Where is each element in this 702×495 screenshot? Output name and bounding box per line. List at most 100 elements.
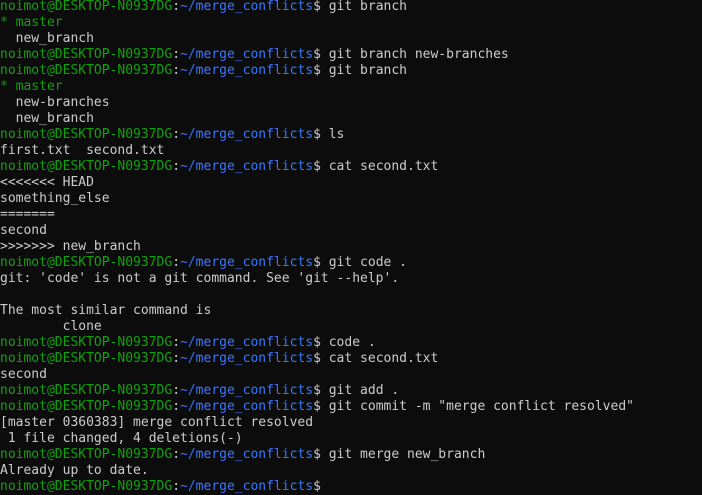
command-text: cat second.txt [320, 159, 439, 174]
prompt-symbol: $ [313, 63, 321, 78]
prompt-symbol: $ [313, 335, 321, 350]
prompt-path: ~/merge_conflicts [180, 0, 314, 14]
prompt-separator: : [172, 383, 181, 398]
prompt-path: ~/merge_conflicts [180, 47, 314, 62]
prompt-user: noimot@DESKTOP-N0937DG [0, 447, 173, 462]
prompt-path: ~/merge_conflicts [180, 335, 314, 350]
current-branch-text: * master [0, 15, 63, 30]
prompt-user: noimot@DESKTOP-N0937DG [0, 0, 173, 14]
prompt-symbol: $ [313, 47, 321, 62]
output-line: new-branches [0, 95, 702, 111]
prompt-line: noimot@DESKTOP-N0937DG:~/merge_conflicts… [0, 335, 702, 351]
output-line: [master 0360383] merge conflict resolved [0, 415, 702, 431]
prompt-path: ~/merge_conflicts [180, 255, 314, 270]
prompt-path: ~/merge_conflicts [180, 127, 314, 142]
terminal-window[interactable]: noimot@DESKTOP-N0937DG:~/merge_conflicts… [0, 0, 702, 494]
output-text: ======= [0, 207, 55, 222]
output-text: [master 0360383] merge conflict resolved [0, 415, 314, 430]
prompt-separator: : [172, 479, 181, 494]
prompt-symbol: $ [313, 351, 321, 366]
prompt-line: noimot@DESKTOP-N0937DG:~/merge_conflicts… [0, 63, 702, 79]
command-text: git branch new-branches [320, 47, 509, 62]
prompt-separator: : [172, 159, 181, 174]
prompt-separator: : [172, 127, 181, 142]
prompt-user: noimot@DESKTOP-N0937DG [0, 479, 173, 494]
prompt-path: ~/merge_conflicts [180, 63, 314, 78]
output-line: new_branch [0, 111, 702, 127]
command-text: git add . [320, 383, 400, 398]
prompt-user: noimot@DESKTOP-N0937DG [0, 159, 173, 174]
output-text: <<<<<<< HEAD [0, 175, 94, 190]
current-branch-line: * master [0, 15, 702, 31]
prompt-symbol: $ [313, 0, 321, 14]
output-line: new_branch [0, 31, 702, 47]
output-text: git: 'code' is not a git command. See 'g… [0, 271, 400, 286]
prompt-separator: : [172, 255, 181, 270]
prompt-line: noimot@DESKTOP-N0937DG:~/merge_conflicts… [0, 447, 702, 463]
output-line: first.txt second.txt [0, 143, 702, 159]
prompt-line: noimot@DESKTOP-N0937DG:~/merge_conflicts… [0, 479, 702, 495]
prompt-symbol: $ [313, 447, 321, 462]
prompt-user: noimot@DESKTOP-N0937DG [0, 383, 173, 398]
output-line: second [0, 223, 702, 239]
output-line: clone [0, 319, 702, 335]
prompt-line: noimot@DESKTOP-N0937DG:~/merge_conflicts… [0, 255, 702, 271]
command-text: git code . [320, 255, 407, 270]
output-text: new_branch [0, 111, 94, 126]
output-text: 1 file changed, 4 deletions(-) [0, 431, 243, 446]
output-text: second [0, 223, 47, 238]
prompt-user: noimot@DESKTOP-N0937DG [0, 47, 173, 62]
output-text: first.txt second.txt [0, 143, 165, 158]
prompt-separator: : [172, 47, 181, 62]
output-text: new_branch [0, 31, 94, 46]
prompt-symbol: $ [313, 479, 321, 494]
command-text: git branch [320, 0, 407, 14]
prompt-symbol: $ [313, 127, 321, 142]
command-text: code . [320, 335, 376, 350]
prompt-line: noimot@DESKTOP-N0937DG:~/merge_conflicts… [0, 351, 702, 367]
prompt-separator: : [172, 63, 181, 78]
prompt-path: ~/merge_conflicts [180, 351, 314, 366]
command-text: ls [320, 127, 345, 142]
prompt-user: noimot@DESKTOP-N0937DG [0, 63, 173, 78]
prompt-path: ~/merge_conflicts [180, 399, 314, 414]
output-line: something_else [0, 191, 702, 207]
prompt-user: noimot@DESKTOP-N0937DG [0, 335, 173, 350]
current-branch-text: * master [0, 79, 63, 94]
prompt-separator: : [172, 0, 181, 14]
command-text: git merge new_branch [320, 447, 486, 462]
output-line: Already up to date. [0, 463, 702, 479]
prompt-line: noimot@DESKTOP-N0937DG:~/merge_conflicts… [0, 383, 702, 399]
prompt-user: noimot@DESKTOP-N0937DG [0, 351, 173, 366]
prompt-symbol: $ [313, 383, 321, 398]
output-line: git: 'code' is not a git command. See 'g… [0, 271, 702, 287]
prompt-line: noimot@DESKTOP-N0937DG:~/merge_conflicts… [0, 0, 702, 15]
output-text: >>>>>>> new_branch [0, 239, 141, 254]
output-text: Already up to date. [0, 463, 149, 478]
prompt-separator: : [172, 351, 181, 366]
current-branch-line: * master [0, 79, 702, 95]
output-line: 1 file changed, 4 deletions(-) [0, 431, 702, 447]
prompt-line: noimot@DESKTOP-N0937DG:~/merge_conflicts… [0, 47, 702, 63]
prompt-path: ~/merge_conflicts [180, 383, 314, 398]
prompt-user: noimot@DESKTOP-N0937DG [0, 255, 173, 270]
prompt-separator: : [172, 399, 181, 414]
output-text: second [0, 367, 47, 382]
prompt-line: noimot@DESKTOP-N0937DG:~/merge_conflicts… [0, 399, 702, 415]
prompt-symbol: $ [313, 159, 321, 174]
prompt-line: noimot@DESKTOP-N0937DG:~/merge_conflicts… [0, 159, 702, 175]
prompt-symbol: $ [313, 255, 321, 270]
prompt-line: noimot@DESKTOP-N0937DG:~/merge_conflicts… [0, 127, 702, 143]
prompt-separator: : [172, 335, 181, 350]
prompt-user: noimot@DESKTOP-N0937DG [0, 127, 173, 142]
prompt-path: ~/merge_conflicts [180, 479, 314, 494]
prompt-path: ~/merge_conflicts [180, 159, 314, 174]
output-line: ======= [0, 207, 702, 223]
prompt-path: ~/merge_conflicts [180, 447, 314, 462]
prompt-symbol: $ [313, 399, 321, 414]
output-text: new-branches [0, 95, 110, 110]
prompt-separator: : [172, 447, 181, 462]
command-text: git commit -m "merge conflict resolved" [320, 399, 634, 414]
prompt-user: noimot@DESKTOP-N0937DG [0, 399, 173, 414]
